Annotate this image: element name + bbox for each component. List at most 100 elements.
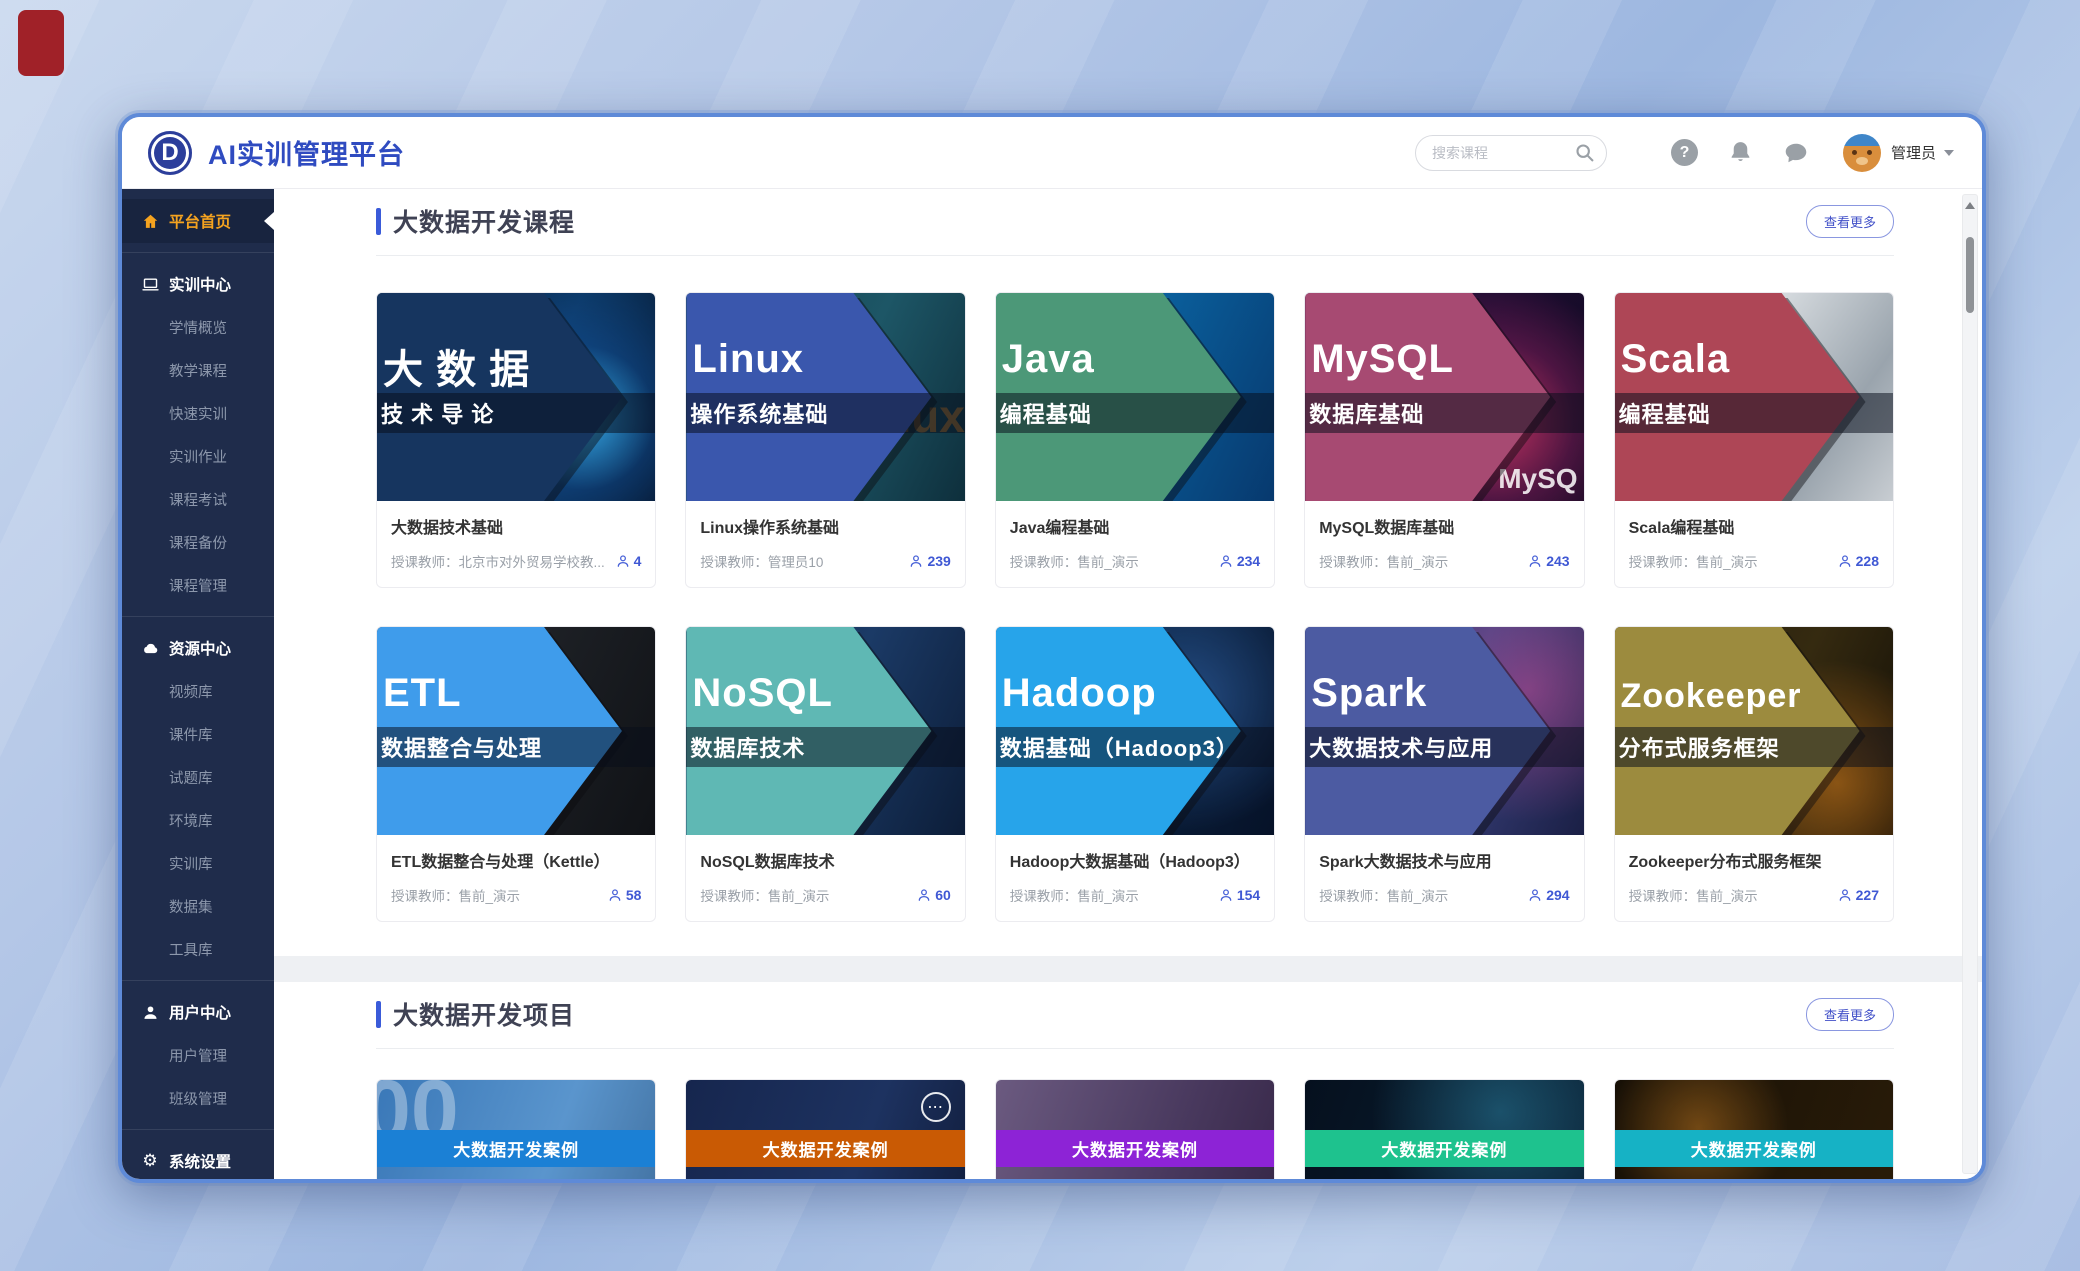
sidebar-item-4[interactable]: 教学课程	[122, 349, 274, 392]
course-teacher: 授课教师：售前_演示	[1319, 885, 1522, 905]
sidebar-item-label: 课程管理	[169, 579, 227, 595]
course-info: ETL数据整合与处理（Kettle）授课教师：售前_演示58	[377, 835, 655, 921]
banner-subtitle: 数据整合与处理	[377, 731, 542, 763]
section-projects: 大数据开发项目 查看更多 00大数据开发案例⋯大数据开发案例大数据开发案例大数据…	[274, 982, 1982, 1179]
banner-title: Linux	[692, 337, 804, 382]
sidebar-item-24[interactable]: ⚙系统设置	[122, 1139, 274, 1183]
sidebar-item-6[interactable]: 实训作业	[122, 435, 274, 478]
main-content: 大数据开发课程 查看更多 技 术 导 论大 数 据大数据技术基础授课教师：北京市…	[274, 189, 1982, 1179]
course-name: Linux操作系统基础	[700, 514, 950, 538]
teacher-name: 售前_演示	[459, 889, 521, 904]
course-grid: 技 术 导 论大 数 据大数据技术基础授课教师：北京市对外贸易学校教...4Li…	[376, 292, 1894, 922]
vertical-scrollbar[interactable]	[1962, 194, 1978, 1174]
course-banner-image: 数据整合与处理ETL	[377, 627, 655, 835]
course-info: Hadoop大数据基础（Hadoop3）授课教师：售前_演示154	[996, 835, 1274, 921]
sidebar-item-2[interactable]: 实训中心	[122, 262, 274, 306]
gear-icon: ⚙	[141, 1152, 159, 1170]
course-meta: 授课教师：售前_演示228	[1629, 551, 1879, 571]
banner-subtitle: 编程基础	[1615, 397, 1711, 429]
course-info: Scala编程基础授课教师：售前_演示228	[1615, 501, 1893, 587]
sidebar-item-20[interactable]: 用户中心	[122, 990, 274, 1034]
student-count: 243	[1528, 553, 1569, 569]
messages-button[interactable]	[1783, 140, 1809, 166]
sidebar-item-label: 实训库	[169, 857, 213, 873]
projects-more-button[interactable]: 查看更多	[1806, 998, 1894, 1031]
course-card[interactable]: 编程基础JavaJava编程基础授课教师：售前_演示234	[995, 292, 1275, 588]
sidebar-item-label: 数据集	[169, 900, 213, 916]
sidebar-divider	[122, 980, 274, 981]
course-card[interactable]: 数据库技术NoSQLNoSQL数据库技术授课教师：售前_演示60	[685, 626, 965, 922]
app-logo[interactable]: D	[148, 131, 192, 175]
course-card[interactable]: 编程基础 Scala Scala编程基础授课教师：售前_演示228	[1614, 292, 1894, 588]
sidebar-item-13[interactable]: 课件库	[122, 713, 274, 756]
scroll-up-arrow-icon[interactable]	[1965, 202, 1975, 209]
cloud-icon	[141, 639, 159, 657]
sidebar-item-5[interactable]: 快速实训	[122, 392, 274, 435]
person-icon	[616, 554, 630, 568]
help-button[interactable]: ?	[1671, 139, 1698, 166]
course-card[interactable]: MySQ数据库基础MySQLMySQL数据库基础授课教师：售前_演示243	[1304, 292, 1584, 588]
banner-title: 大 数 据	[383, 337, 530, 395]
sidebar-item-7[interactable]: 课程考试	[122, 478, 274, 521]
section-gap	[274, 956, 1982, 982]
sidebar-item-label: 视频库	[169, 685, 213, 701]
sidebar-item-8[interactable]: 课程备份	[122, 521, 274, 564]
teacher-name: 售前_演示	[1387, 889, 1449, 904]
person-icon	[909, 554, 923, 568]
course-teacher: 授课教师：售前_演示	[1319, 551, 1522, 571]
user-name[interactable]: 管理员	[1891, 142, 1936, 163]
course-teacher: 授课教师：售前_演示	[1629, 885, 1832, 905]
project-card[interactable]: 大数据开发案例	[1614, 1079, 1894, 1179]
student-count: 228	[1838, 553, 1879, 569]
sidebar-item-22[interactable]: 班级管理	[122, 1077, 274, 1120]
notifications-button[interactable]	[1728, 140, 1753, 165]
sidebar-item-11[interactable]: 资源中心	[122, 626, 274, 670]
project-card[interactable]: 大数据开发案例	[995, 1079, 1275, 1179]
banner-subtitle-band: 编程基础	[996, 393, 1274, 433]
sidebar-item-9[interactable]: 课程管理	[122, 564, 274, 607]
course-card[interactable]: 数据整合与处理ETLETL数据整合与处理（Kettle）授课教师：售前_演示58	[376, 626, 656, 922]
chevron-down-icon[interactable]	[1944, 150, 1954, 156]
course-card[interactable]: 数据基础（Hadoop3）HadoopHadoop大数据基础（Hadoop3）授…	[995, 626, 1275, 922]
project-label: 大数据开发案例	[1072, 1136, 1198, 1161]
person-icon	[1528, 888, 1542, 902]
chat-icon	[1783, 140, 1809, 166]
project-strip-label: 大数据开发案例	[377, 1130, 655, 1167]
sidebar-item-17[interactable]: 数据集	[122, 885, 274, 928]
project-card[interactable]: 00大数据开发案例	[376, 1079, 656, 1179]
sidebar-item-14[interactable]: 试题库	[122, 756, 274, 799]
teacher-prefix: 授课教师：	[700, 555, 768, 570]
project-label: 大数据开发案例	[1691, 1136, 1817, 1161]
sidebar-item-21[interactable]: 用户管理	[122, 1034, 274, 1077]
search-icon[interactable]	[1574, 142, 1595, 163]
sidebar-item-3[interactable]: 学情概览	[122, 306, 274, 349]
user-avatar[interactable]	[1843, 134, 1881, 172]
course-card[interactable]: 分布式服务框架ZookeeperZookeeper分布式服务框架授课教师：售前_…	[1614, 626, 1894, 922]
sidebar-item-label: 实训中心	[169, 273, 231, 295]
sidebar-item-15[interactable]: 环境库	[122, 799, 274, 842]
sidebar-divider	[122, 616, 274, 617]
desktop-background: D AI实训管理平台 ? 管理员 平台首页实训中心学情概览教学课程快速实训实训作…	[0, 0, 2080, 1271]
banner-title: Scala	[1621, 337, 1731, 382]
student-count-value: 60	[935, 887, 951, 903]
course-name: 大数据技术基础	[391, 514, 641, 538]
course-info: Spark大数据技术与应用授课教师：售前_演示294	[1305, 835, 1583, 921]
course-name: Spark大数据技术与应用	[1319, 848, 1569, 872]
course-meta: 授课教师：售前_演示234	[1010, 551, 1260, 571]
active-item-notch	[264, 212, 274, 230]
project-card[interactable]: 大数据开发案例	[1304, 1079, 1584, 1179]
sidebar-item-16[interactable]: 实训库	[122, 842, 274, 885]
banner-subtitle: 分布式服务框架	[1615, 731, 1780, 763]
home-icon	[141, 212, 159, 230]
course-card[interactable]: 大数据技术与应用SparkSpark大数据技术与应用授课教师：售前_演示294	[1304, 626, 1584, 922]
sidebar-item-0[interactable]: 平台首页	[122, 199, 274, 243]
courses-more-button[interactable]: 查看更多	[1806, 205, 1894, 238]
course-card[interactable]: 技 术 导 论大 数 据大数据技术基础授课教师：北京市对外贸易学校教...4	[376, 292, 656, 588]
project-grid: 00大数据开发案例⋯大数据开发案例大数据开发案例大数据开发案例大数据开发案例	[376, 1079, 1894, 1179]
sidebar-item-12[interactable]: 视频库	[122, 670, 274, 713]
sidebar-item-18[interactable]: 工具库	[122, 928, 274, 971]
sidebar-item-label: 课程备份	[169, 536, 227, 552]
course-card[interactable]: Linux操作系统基础LinuxLinux操作系统基础授课教师：管理员10239	[685, 292, 965, 588]
scrollbar-thumb[interactable]	[1966, 237, 1974, 313]
project-card[interactable]: ⋯大数据开发案例	[685, 1079, 965, 1179]
